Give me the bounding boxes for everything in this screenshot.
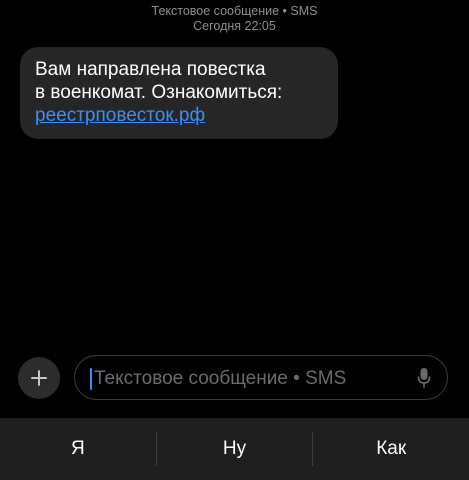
message-text-line-1: Вам направлена повестка: [35, 59, 266, 80]
suggestion-3[interactable]: Как: [313, 418, 469, 480]
message-input-placeholder: Текстовое сообщение • SMS: [94, 368, 347, 389]
plus-icon: [31, 370, 47, 386]
incoming-message-bubble[interactable]: Вам направлена повестка в военкомат. Озн…: [20, 47, 338, 139]
suggestion-1[interactable]: Я: [0, 418, 156, 480]
text-cursor: [90, 368, 92, 390]
suggestion-2[interactable]: Ну: [157, 418, 313, 480]
message-timestamp: Сегодня 22:05: [193, 19, 276, 33]
add-attachment-button[interactable]: [18, 357, 60, 399]
conversation-type-label: Текстовое сообщение • SMS: [151, 4, 318, 18]
conversation-header: Текстовое сообщение • SMS Сегодня 22:05: [0, 4, 469, 34]
message-input[interactable]: Текстовое сообщение • SMS: [74, 355, 448, 400]
predictive-text-bar: Я Ну Как: [0, 418, 469, 480]
message-text-line-2: в военкомат. Ознакомиться:: [35, 82, 283, 103]
message-link[interactable]: реестрповесток.рф: [35, 104, 324, 127]
microphone-icon[interactable]: [417, 367, 431, 389]
